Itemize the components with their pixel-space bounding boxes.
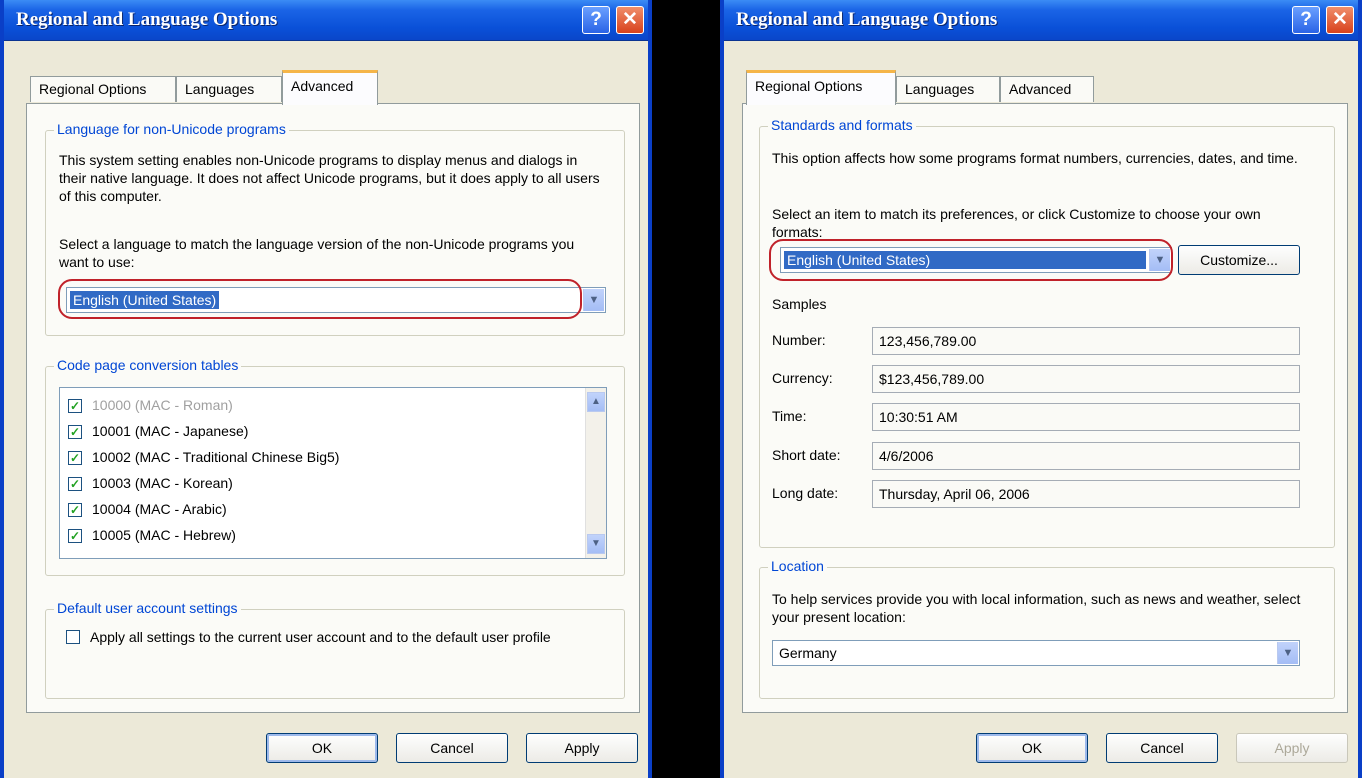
help-button[interactable]: ? (1292, 6, 1320, 34)
checkbox-checked-icon[interactable]: ✓ (68, 425, 82, 440)
apply-default-checkbox[interactable]: ✓ (66, 630, 80, 644)
default-user-group: Default user account settings ✓ Apply al… (45, 600, 625, 699)
tab-regional-options[interactable]: Regional Options (30, 76, 176, 102)
window-title: Regional and Language Options (736, 9, 998, 30)
long-date-sample-field: Thursday, April 06, 2006 (872, 480, 1300, 508)
currency-label: Currency: (772, 370, 833, 386)
tab-panel-advanced: Language for non-Unicode programs This s… (26, 103, 640, 713)
short-date-sample-field: 4/6/2006 (872, 442, 1300, 470)
chevron-down-icon[interactable]: ▼ (1277, 642, 1298, 664)
number-sample-field: 123,456,789.00 (872, 327, 1300, 355)
selected-location: Germany (779, 645, 837, 661)
group-label: Code page conversion tables (54, 357, 242, 373)
time-label: Time: (772, 408, 807, 424)
apply-button[interactable]: Apply (1236, 733, 1348, 763)
apply-default-label: Apply all settings to the current user a… (90, 629, 551, 645)
samples-label: Samples (772, 296, 827, 312)
checkbox-checked-icon[interactable]: ✓ (68, 529, 82, 544)
cancel-button[interactable]: Cancel (1106, 733, 1218, 763)
standards-prompt: Select an item to match its preferences,… (772, 206, 1261, 240)
checkbox-checked-icon[interactable]: ✓ (68, 477, 82, 492)
tab-strip: Regional Options Languages Advanced (746, 70, 1106, 105)
title-bar[interactable]: Regional and Language Options ? ✕ (4, 0, 648, 41)
currency-sample-field: $123,456,789.00 (872, 365, 1300, 393)
close-button[interactable]: ✕ (616, 6, 644, 34)
list-item[interactable]: ✓ 10002 (MAC - Traditional Chinese Big5) (68, 446, 339, 470)
list-item[interactable]: ✓ 10004 (MAC - Arabic) (68, 498, 227, 522)
tab-panel-regional: Standards and formats This option affect… (742, 103, 1348, 713)
right-dialog-window: Regional and Language Options ? ✕ Region… (720, 0, 1362, 778)
tab-advanced[interactable]: Advanced (282, 70, 378, 105)
highlight-ring (58, 279, 582, 319)
vertical-scrollbar[interactable]: ▲ ▼ (585, 388, 606, 558)
long-date-label: Long date: (772, 485, 839, 501)
checkbox-checked-icon[interactable]: ✓ (68, 503, 82, 518)
group-label: Default user account settings (54, 600, 241, 616)
tab-advanced[interactable]: Advanced (1000, 76, 1094, 102)
tab-languages[interactable]: Languages (896, 76, 1000, 102)
scroll-down-icon[interactable]: ▼ (587, 534, 605, 554)
list-item[interactable]: ✓ 10001 (MAC - Japanese) (68, 420, 248, 444)
group-label: Language for non-Unicode programs (54, 121, 289, 137)
apply-button[interactable]: Apply (526, 733, 638, 763)
title-bar[interactable]: Regional and Language Options ? ✕ (724, 0, 1358, 41)
list-item[interactable]: ✓ 10003 (MAC - Korean) (68, 472, 233, 496)
window-title: Regional and Language Options (16, 9, 278, 30)
group-label: Location (768, 558, 827, 574)
ok-button[interactable]: OK (266, 733, 378, 763)
tab-regional-options[interactable]: Regional Options (746, 70, 896, 105)
code-page-list[interactable]: ✓ 10000 (MAC - Roman) ✓ 10001 (MAC - Japan… (59, 387, 607, 559)
list-item[interactable]: ✓ 10005 (MAC - Hebrew) (68, 524, 236, 548)
list-item[interactable]: ✓ 10000 (MAC - Roman) (68, 394, 233, 418)
customize-button[interactable]: Customize... (1178, 245, 1300, 275)
left-dialog-window: Regional and Language Options ? ✕ Region… (0, 0, 652, 778)
location-dropdown[interactable]: Germany ▼ (772, 640, 1300, 666)
location-group: Location To help services provide you wi… (759, 558, 1335, 699)
ok-button[interactable]: OK (976, 733, 1088, 763)
standards-description: This option affects how some programs fo… (772, 150, 1298, 166)
short-date-label: Short date: (772, 447, 841, 463)
scroll-up-icon[interactable]: ▲ (587, 392, 605, 412)
group-label: Standards and formats (768, 117, 916, 133)
checkbox-checked-icon[interactable]: ✓ (68, 451, 82, 466)
non-unicode-group: Language for non-Unicode programs This s… (45, 121, 625, 336)
group-description: This system setting enables non-Unicode … (59, 152, 600, 204)
help-button[interactable]: ? (582, 6, 610, 34)
highlight-ring (769, 239, 1173, 281)
tab-strip: Regional Options Languages Advanced (30, 70, 390, 105)
cancel-button[interactable]: Cancel (396, 733, 508, 763)
tab-languages[interactable]: Languages (176, 76, 282, 102)
chevron-down-icon[interactable]: ▼ (583, 289, 604, 311)
language-prompt: Select a language to match the language … (59, 236, 575, 270)
code-page-group: Code page conversion tables ✓ 10000 (MAC … (45, 357, 625, 576)
close-button[interactable]: ✕ (1326, 6, 1354, 34)
standards-group: Standards and formats This option affect… (759, 117, 1335, 548)
location-description: To help services provide you with local … (772, 591, 1301, 625)
checkbox-checked-icon[interactable]: ✓ (68, 399, 82, 414)
time-sample-field: 10:30:51 AM (872, 403, 1300, 431)
number-label: Number: (772, 332, 826, 348)
